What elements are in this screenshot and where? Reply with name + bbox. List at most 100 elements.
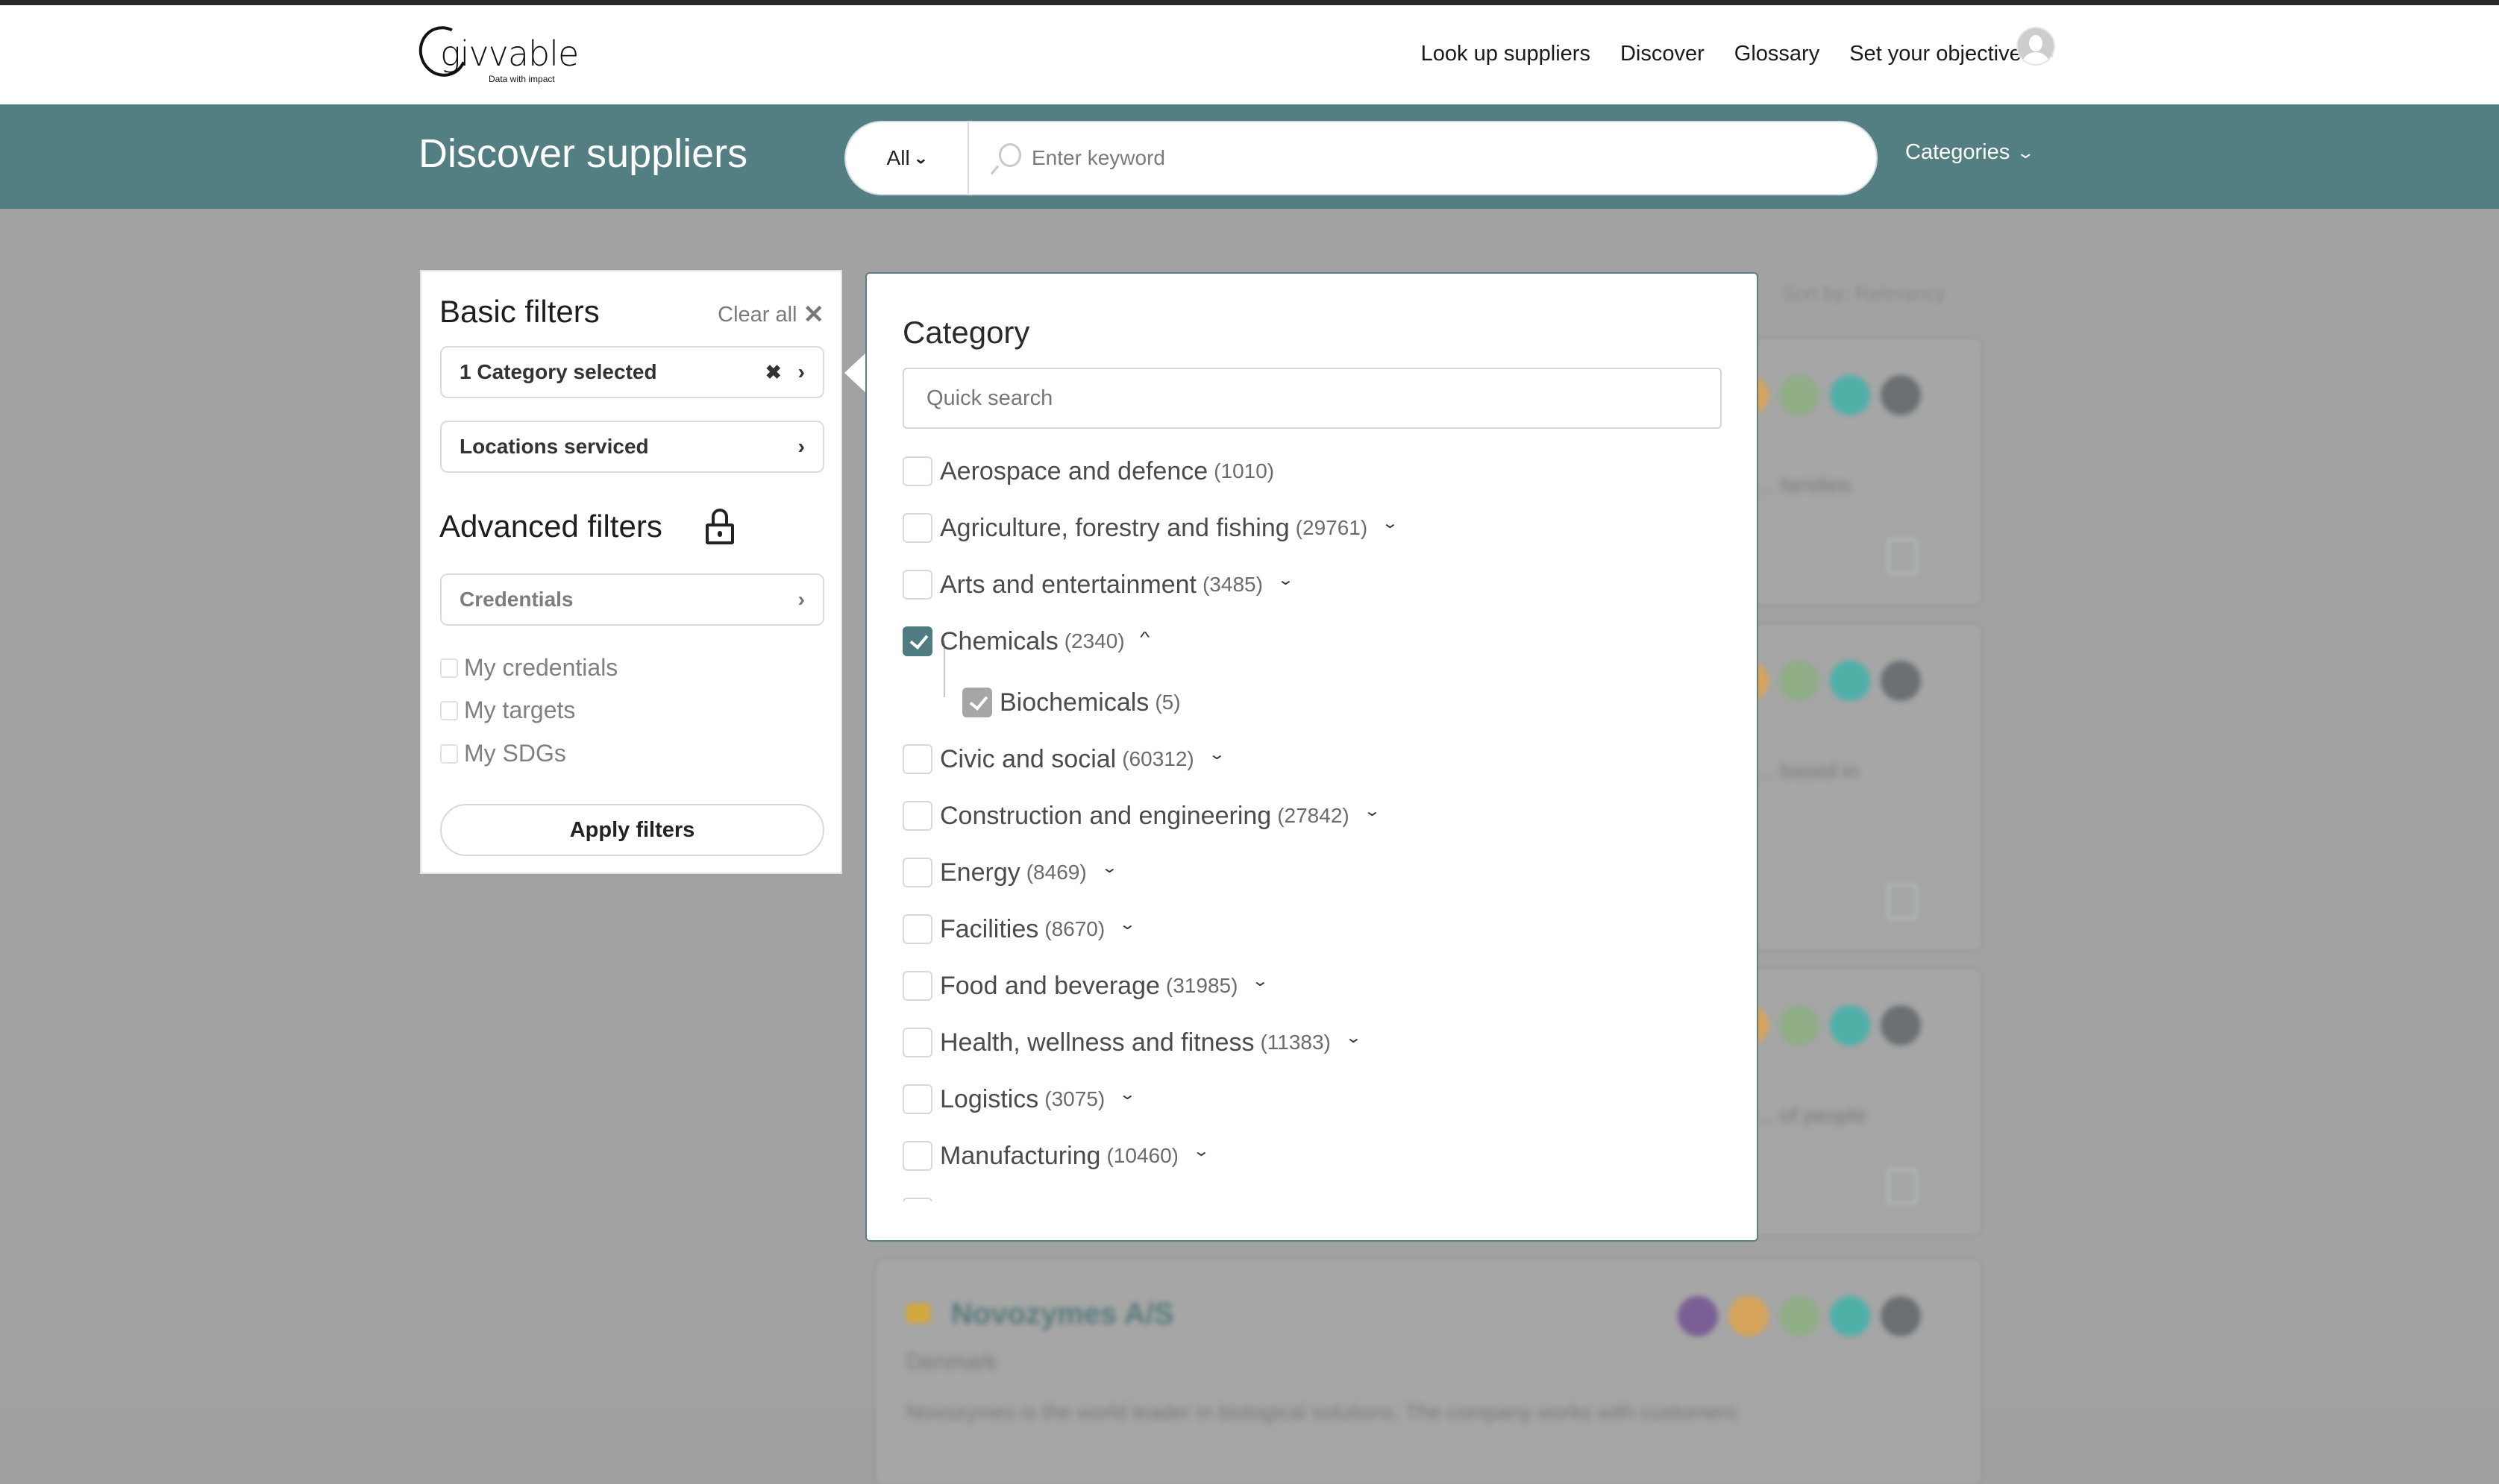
checkbox[interactable] xyxy=(903,456,932,486)
category-filter-button[interactable]: 1 Category selected ✖ › xyxy=(440,346,824,398)
logo-tagline: Data with impact xyxy=(489,74,555,84)
lock-icon xyxy=(705,509,735,544)
category-item[interactable]: Construction and engineering (27842) ⌄ xyxy=(903,797,1381,834)
remove-category-icon[interactable]: ✖ xyxy=(765,361,782,384)
chevron-down-icon[interactable]: ⌄ xyxy=(1119,1085,1136,1104)
chevron-down-icon[interactable]: ⌄ xyxy=(1100,858,1117,877)
category-item[interactable]: Chemicals (2340) ^ xyxy=(903,623,1150,660)
keyword-search-input[interactable] xyxy=(1032,146,1876,170)
nav-look-up-suppliers[interactable]: Look up suppliers xyxy=(1421,42,1590,66)
category-item[interactable]: Facilities (8670) ⌄ xyxy=(903,911,1136,948)
category-item[interactable]: Manufacturing (10460) ⌄ xyxy=(903,1137,1210,1175)
filters-panel: Basic filters Clear all ✕ 1 Category sel… xyxy=(420,270,842,874)
category-item[interactable]: Logistics (3075) ⌄ xyxy=(903,1081,1136,1118)
checkbox[interactable] xyxy=(903,1028,932,1057)
chevron-down-icon[interactable]: ⌄ xyxy=(1277,570,1294,589)
clear-all-button[interactable]: Clear all ✕ xyxy=(718,300,824,330)
category-item[interactable]: Aerospace and defence (1010) xyxy=(903,453,1274,490)
category-count: (3075) xyxy=(1044,1087,1106,1110)
chevron-down-icon[interactable]: ⌄ xyxy=(1193,1142,1210,1160)
bookmark-icon xyxy=(1887,1169,1917,1204)
main-nav: Look up suppliers Discover Glossary Set … xyxy=(1421,28,2057,80)
credentials-filter-button[interactable]: Credentials › xyxy=(440,573,824,626)
sdg-badge-icon xyxy=(1830,1296,1870,1336)
category-item[interactable]: Agriculture, forestry and fishing (29761)… xyxy=(903,509,1399,547)
my-targets-label: My targets xyxy=(464,697,576,723)
chevron-down-icon[interactable]: ⌄ xyxy=(1345,1028,1362,1047)
user-avatar-icon[interactable] xyxy=(2016,27,2055,66)
sdg-badge-icon xyxy=(1830,375,1870,415)
checkbox[interactable] xyxy=(903,1141,932,1171)
checkbox-box[interactable] xyxy=(440,658,458,678)
sdg-badge-icon xyxy=(1678,1296,1718,1336)
nav-glossary[interactable]: Glossary xyxy=(1734,42,1819,66)
checkbox[interactable] xyxy=(903,570,932,600)
my-credentials-label: My credentials xyxy=(464,654,618,681)
checkbox[interactable] xyxy=(903,914,932,944)
nav-set-your-objectives-label: Set your objectives xyxy=(1849,41,2033,66)
sdg-badge-icon xyxy=(1779,375,1819,415)
apply-filters-button[interactable]: Apply filters xyxy=(440,804,824,856)
checkbox-box[interactable] xyxy=(440,700,458,720)
my-credentials-checkbox[interactable]: My credentials xyxy=(440,654,618,682)
locations-filter-button[interactable]: Locations serviced › xyxy=(440,421,824,473)
checkbox[interactable] xyxy=(903,858,932,887)
checkbox[interactable] xyxy=(903,1084,932,1114)
checkbox[interactable] xyxy=(903,744,932,774)
category-item[interactable]: Food and beverage (31985) ⌄ xyxy=(903,967,1270,1004)
category-count: (2340) xyxy=(1064,629,1125,653)
checkbox[interactable] xyxy=(903,971,932,1001)
sdg-badge-icon xyxy=(1779,661,1819,701)
category-count: (29761) xyxy=(1295,516,1368,539)
supplier-name: Novozymes A/S xyxy=(951,1298,1174,1330)
category-list[interactable]: Aerospace and defence (1010) Agriculture, … xyxy=(903,453,1723,1207)
chevron-down-icon[interactable]: ⌄ xyxy=(1208,745,1225,764)
category-quick-search-input[interactable] xyxy=(903,368,1722,429)
category-filter-label: 1 Category selected xyxy=(460,360,657,383)
search-scope-dropdown[interactable]: All ⌄ xyxy=(846,122,969,194)
checkbox[interactable] xyxy=(903,801,932,831)
locations-filter-label: Locations serviced xyxy=(460,435,649,458)
category-count: (8469) xyxy=(1026,861,1087,884)
category-name: Aerospace and defence xyxy=(940,456,1208,485)
givvable-logo[interactable]: givvable Data with impact xyxy=(412,19,579,86)
sdg-badge-icon xyxy=(1779,1296,1819,1336)
search-scope-label: All xyxy=(886,146,910,169)
nav-discover[interactable]: Discover xyxy=(1620,42,1705,66)
checkbox[interactable] xyxy=(962,688,992,717)
category-name: Food and beverage xyxy=(940,971,1160,1000)
categories-dropdown[interactable]: Categories ⌄ xyxy=(1905,140,2035,165)
sdg-badge-icon xyxy=(1881,1296,1921,1336)
category-name: Chemicals xyxy=(940,626,1059,655)
checkbox-box[interactable] xyxy=(440,743,458,764)
basic-filters-heading: Basic filters xyxy=(439,294,600,329)
sort-by-dropdown: Sort by: Relevancy xyxy=(1783,282,1946,304)
bookmark-icon xyxy=(1887,538,1917,574)
my-targets-checkbox[interactable]: My targets xyxy=(440,697,575,724)
category-name: Manufacturing xyxy=(940,1141,1101,1170)
chevron-right-icon: › xyxy=(797,360,805,383)
category-item[interactable]: Health, wellness and fitness (11383) ⌄ xyxy=(903,1024,1362,1061)
category-item[interactable]: Arts and entertainment (3485) ⌄ xyxy=(903,566,1294,603)
chevron-down-icon[interactable]: ⌄ xyxy=(1363,802,1380,820)
category-popup: Category Aerospace and defence (1010) Agri… xyxy=(865,272,1758,1242)
chevron-down-icon[interactable]: ⌄ xyxy=(1382,514,1399,532)
my-sdgs-checkbox[interactable]: My SDGs xyxy=(440,740,566,767)
category-count: (5) xyxy=(1155,691,1181,714)
chevron-down-icon[interactable]: ⌄ xyxy=(1252,972,1269,990)
chevron-up-icon[interactable]: ^ xyxy=(1140,629,1150,647)
avatar-head xyxy=(2029,35,2042,51)
list-clip xyxy=(903,1201,1723,1207)
sdg-badge-icon xyxy=(1779,1005,1819,1046)
category-count: (31985) xyxy=(1165,974,1238,997)
checkbox[interactable] xyxy=(903,626,932,656)
category-item[interactable]: Energy (8469) ⌄ xyxy=(903,854,1118,891)
sdg-badge-icon xyxy=(1830,1005,1870,1046)
subcategory-item[interactable]: Biochemicals (5) xyxy=(962,684,1181,721)
category-item[interactable]: Civic and social (60312) ⌄ xyxy=(903,741,1226,778)
supplier-description: ... based in xyxy=(1757,759,1859,782)
chevron-down-icon[interactable]: ⌄ xyxy=(1119,915,1136,934)
category-name: Facilities xyxy=(940,914,1039,943)
checkbox[interactable] xyxy=(903,513,932,543)
chevron-right-icon: › xyxy=(797,588,805,611)
